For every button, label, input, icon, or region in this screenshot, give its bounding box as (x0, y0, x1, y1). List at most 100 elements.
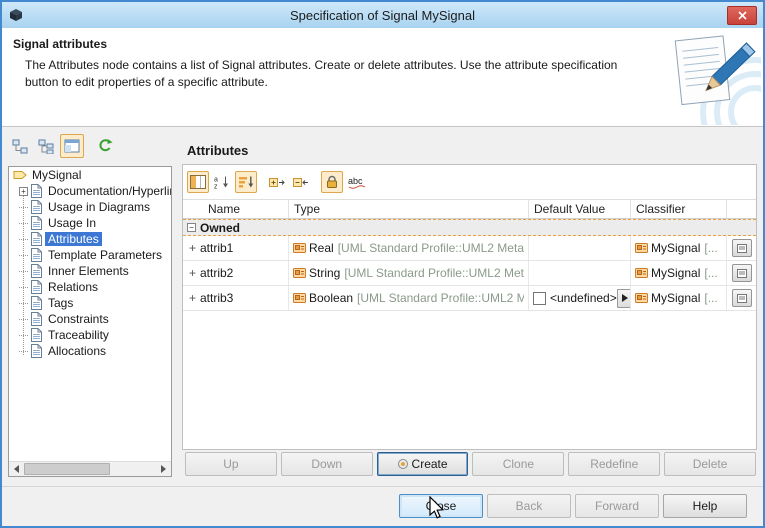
table-header-row: Name Type Default Value Classifier (183, 199, 756, 219)
document-icon (30, 296, 43, 310)
svg-text:abc: abc (348, 176, 363, 186)
create-button[interactable]: Create (377, 452, 469, 476)
lock-editing-button[interactable] (321, 171, 343, 193)
element-tree[interactable]: MySignal + Documentation/Hyperlin Usage … (8, 166, 172, 477)
tree-item-mysignal[interactable]: MySignal (9, 167, 171, 183)
expand-icon[interactable]: + (19, 187, 28, 196)
signal-icon (13, 169, 27, 181)
default-value-text: <undefined> (550, 291, 617, 305)
undefined-checkbox[interactable] (533, 292, 546, 305)
attribute-row[interactable]: + attrib3 Boolean [UML Standard Profile:… (183, 286, 756, 311)
group-row-owned[interactable]: − Owned (183, 219, 756, 236)
value-dropdown-button[interactable] (617, 289, 631, 308)
open-specification-button[interactable] (732, 289, 752, 307)
back-button[interactable]: Back (487, 494, 571, 518)
up-button[interactable]: Up (185, 452, 277, 476)
forward-button[interactable]: Forward (575, 494, 659, 518)
collapse-tree-icon (12, 139, 28, 154)
tree-item-label: Relations (45, 280, 101, 294)
document-icon (30, 216, 43, 230)
clone-button[interactable]: Clone (472, 452, 564, 476)
redefine-button[interactable]: Redefine (568, 452, 660, 476)
type-cell[interactable]: String [UML Standard Profile::UML2 Meta.… (289, 261, 529, 285)
document-icon (30, 328, 43, 342)
open-specification-button[interactable] (732, 264, 752, 282)
classifier-cell[interactable]: MySignal [... (631, 286, 727, 310)
tree-item-attributes[interactable]: Attributes (9, 231, 171, 247)
classifier-cell[interactable]: MySignal [... (631, 236, 727, 260)
expand-tree-icon (38, 139, 54, 154)
left-arrow-icon (14, 465, 19, 473)
tree-horizontal-scrollbar[interactable] (9, 461, 171, 476)
close-window-button[interactable] (727, 6, 757, 25)
tree-item-usage-in-diagrams[interactable]: Usage in Diagrams (9, 199, 171, 215)
app-icon (9, 8, 23, 22)
tree-item-allocations[interactable]: Allocations (9, 343, 171, 359)
toggle-panel-button[interactable] (60, 134, 84, 158)
classifier-detail: [... (704, 291, 717, 305)
expand-all-button[interactable] (34, 134, 58, 158)
col-type[interactable]: Type (289, 200, 529, 218)
tree-item-label: Inner Elements (45, 264, 132, 278)
tree-item-traceability[interactable]: Traceability (9, 327, 171, 343)
attributes-panel: a z (182, 164, 757, 450)
attribute-row[interactable]: + attrib1 Real [UML Standard Profile::UM… (183, 236, 756, 261)
collapse-group-icon[interactable]: − (187, 223, 196, 232)
type-cell[interactable]: Boolean [UML Standard Profile::UML2 Me..… (289, 286, 529, 310)
col-classifier[interactable]: Classifier (631, 200, 727, 218)
type-cell[interactable]: Real [UML Standard Profile::UML2 Meta... (289, 236, 529, 260)
scroll-left-button[interactable] (9, 462, 24, 476)
tree-item-constraints[interactable]: Constraints (9, 311, 171, 327)
classifier-cell[interactable]: MySignal [... (631, 261, 727, 285)
default-value-cell[interactable] (529, 236, 631, 260)
help-button[interactable]: Help (663, 494, 747, 518)
classifier-icon (635, 268, 648, 278)
tree-item-template-parameters[interactable]: Template Parameters (9, 247, 171, 263)
column-config-button[interactable] (187, 171, 209, 193)
default-value-cell[interactable] (529, 261, 631, 285)
scroll-right-button[interactable] (156, 462, 171, 476)
tree-item-label: Constraints (45, 312, 112, 326)
property-icon (293, 293, 306, 303)
name-cell[interactable]: + attrib1 (183, 236, 289, 260)
row-expander[interactable]: + (187, 291, 198, 305)
row-expander[interactable]: + (187, 266, 198, 280)
refresh-button[interactable] (93, 134, 117, 158)
tree-item-usage-in[interactable]: Usage In (9, 215, 171, 231)
sort-alphabetic-button[interactable]: a z (211, 171, 233, 193)
down-button[interactable]: Down (281, 452, 373, 476)
document-icon (30, 280, 43, 294)
open-specification-button[interactable] (732, 239, 752, 257)
tree-item-tags[interactable]: Tags (9, 295, 171, 311)
tree-item-inner-elements[interactable]: Inner Elements (9, 263, 171, 279)
name-cell[interactable]: + attrib3 (183, 286, 289, 310)
classifier-name: MySignal (651, 241, 700, 255)
close-button[interactable]: Close (399, 494, 483, 518)
row-expander[interactable]: + (187, 241, 198, 255)
close-icon (738, 11, 747, 20)
tree-item-label: Usage In (45, 216, 99, 230)
tree-item-relations[interactable]: Relations (9, 279, 171, 295)
default-value-cell[interactable]: <undefined> (529, 286, 631, 310)
expand-nested-button[interactable] (266, 171, 288, 193)
col-name[interactable]: Name (183, 200, 289, 218)
type-name: Boolean (309, 291, 353, 305)
type-name: String (309, 266, 340, 280)
sort-custom-button[interactable] (235, 171, 257, 193)
collapse-nested-icon (293, 175, 309, 189)
titlebar[interactable]: Specification of Signal MySignal (2, 2, 763, 28)
header-description: The Attributes node contains a list of S… (25, 57, 653, 91)
attribute-name: attrib1 (200, 241, 233, 255)
delete-button[interactable]: Delete (664, 452, 756, 476)
tree-item-documentation[interactable]: + Documentation/Hyperlin (9, 183, 171, 199)
collapse-all-button[interactable] (8, 134, 32, 158)
table-empty-area (183, 311, 756, 449)
property-icon (293, 243, 306, 253)
specification-dialog: Specification of Signal MySignal Signal … (0, 0, 765, 528)
spelling-button[interactable]: abc (345, 171, 367, 193)
collapse-nested-button[interactable] (290, 171, 312, 193)
scroll-thumb[interactable] (24, 463, 110, 475)
name-cell[interactable]: + attrib2 (183, 261, 289, 285)
col-default-value[interactable]: Default Value (529, 200, 631, 218)
attribute-row[interactable]: + attrib2 String [UML Standard Profile::… (183, 261, 756, 286)
